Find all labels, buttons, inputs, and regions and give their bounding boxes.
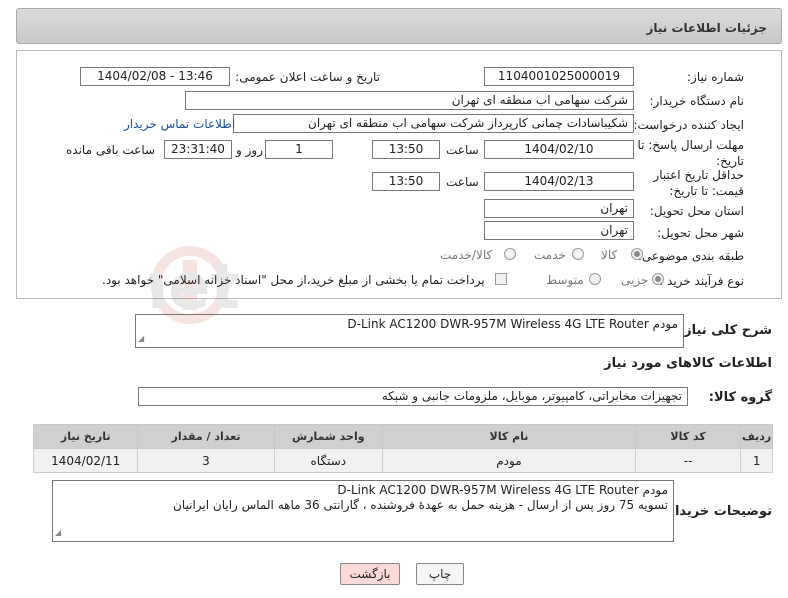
- remaining-time-label: ساعت باقی مانده: [66, 143, 156, 157]
- category-service-radio[interactable]: [572, 248, 584, 260]
- buyer-org-label: نام دستگاه خریدار:: [649, 94, 745, 108]
- delivery-province-field: تهران: [484, 199, 634, 218]
- col-quantity: تعداد / مقدار: [137, 424, 275, 449]
- category-goods-service-radio[interactable]: [504, 248, 516, 260]
- delivery-province-label: استان محل تحویل:: [649, 204, 744, 218]
- cell-quantity: 3: [137, 448, 275, 473]
- items-table: ردیف کد کالا نام کالا واحد شمارش تعداد /…: [32, 424, 773, 473]
- col-unit: واحد شمارش: [273, 424, 384, 449]
- treasury-payment-checkbox[interactable]: [495, 273, 507, 285]
- col-item-code: کد کالا: [634, 424, 742, 449]
- goods-group-field: تجهیزات مخابراتی، کامپیوتر، موبایل، ملزو…: [138, 387, 688, 406]
- category-service-label: خدمت: [534, 248, 566, 262]
- cell-item-name: مودم: [382, 448, 636, 473]
- purchase-process-label: نوع فرآیند خرید :: [659, 274, 744, 288]
- reply-deadline-time-field: 13:50: [372, 140, 440, 159]
- reply-days-field: 1: [265, 140, 333, 159]
- buyer-notes-line-1: مودم D-Link AC1200 DWR-957M Wireless 4G …: [337, 483, 668, 497]
- price-validity-time-label: ساعت: [446, 175, 479, 189]
- table-header-row: ردیف کد کالا نام کالا واحد شمارش تعداد /…: [32, 424, 773, 449]
- back-button[interactable]: بازگشت: [340, 563, 400, 585]
- col-row-number: ردیف: [740, 424, 773, 449]
- buyer-contact-link[interactable]: اطلاعات تماس خریدار: [124, 117, 235, 131]
- resize-grip-icon: ◢: [138, 334, 145, 343]
- page-title: جزئیات اطلاعات نیاز: [646, 21, 767, 35]
- resize-grip-icon: ◢: [55, 528, 62, 537]
- need-number-field: 1104001025000019: [484, 67, 634, 86]
- buyer-notes-textarea: مودم D-Link AC1200 DWR-957M Wireless 4G …: [52, 480, 674, 542]
- buyer-org-field: شرکت سهامی اب منطقه ای تهران: [185, 91, 634, 110]
- process-minor-radio[interactable]: [652, 273, 664, 285]
- summary-label: شرح کلی نیاز:: [678, 323, 772, 338]
- need-number-label: شماره نیاز:: [687, 70, 744, 84]
- cell-item-code: --: [634, 448, 742, 473]
- col-need-date: تاریخ نیاز: [32, 424, 139, 449]
- reply-days-label: روز و: [236, 143, 263, 157]
- print-button[interactable]: چاپ: [416, 563, 464, 585]
- reply-deadline-date-field: 1404/02/10: [484, 140, 634, 159]
- col-item-name: نام کالا: [382, 424, 636, 449]
- goods-group-label: گروه کالا:: [708, 390, 772, 405]
- panel-header: جزئیات اطلاعات نیاز: [16, 8, 782, 44]
- price-validity-date-field: 1404/02/13: [484, 172, 634, 191]
- summary-text: مودم D-Link AC1200 DWR-957M Wireless 4G …: [347, 317, 678, 331]
- category-label: طبقه بندی موضوعی:: [637, 249, 744, 263]
- process-minor-label: جزیی: [621, 273, 649, 287]
- delivery-city-field: تهران: [484, 221, 634, 240]
- cell-need-date: 1404/02/11: [32, 448, 139, 473]
- reply-deadline-time-label: ساعت: [446, 143, 479, 157]
- requester-field: شکیباسادات چمانی کارپرداز شرکت سهامی اب …: [233, 114, 634, 133]
- summary-textarea: مودم D-Link AC1200 DWR-957M Wireless 4G …: [135, 314, 684, 348]
- category-goods-label: کالا: [601, 248, 618, 262]
- announce-datetime-field: 1404/02/08 - 13:46: [80, 67, 230, 86]
- table-row: 1 -- مودم دستگاه 3 1404/02/11: [32, 448, 773, 473]
- remaining-time-field: 23:31:40: [164, 140, 232, 159]
- price-validity-label: حداقل تاریخ اعتبار قیمت: تا تاریخ:: [653, 168, 744, 198]
- process-medium-label: متوسط: [546, 273, 584, 287]
- process-medium-radio[interactable]: [589, 273, 601, 285]
- treasury-payment-note: پرداخت تمام یا بخشی از مبلغ خرید،از محل …: [102, 273, 485, 287]
- buyer-notes-line-2: تسویه 75 روز پس از ارسال - هزینه حمل به …: [173, 498, 668, 512]
- reply-deadline-label: مهلت ارسال پاسخ: تا تاریخ:: [637, 138, 744, 168]
- cell-unit: دستگاه: [273, 448, 384, 473]
- buyer-notes-label: توضیحات خریدار:: [662, 504, 772, 519]
- category-goods-radio[interactable]: [631, 248, 643, 260]
- category-goods-service-label: کالا/خدمت: [440, 248, 493, 262]
- delivery-city-label: شهر محل تحویل:: [657, 226, 744, 240]
- goods-info-title: اطلاعات کالاهای مورد نیاز: [604, 356, 772, 371]
- requester-label: ایجاد کننده درخواست:: [633, 118, 744, 132]
- price-validity-time-field: 13:50: [372, 172, 440, 191]
- cell-row-number: 1: [740, 448, 773, 473]
- announce-datetime-label: تاریخ و ساعت اعلان عمومی:: [235, 70, 380, 84]
